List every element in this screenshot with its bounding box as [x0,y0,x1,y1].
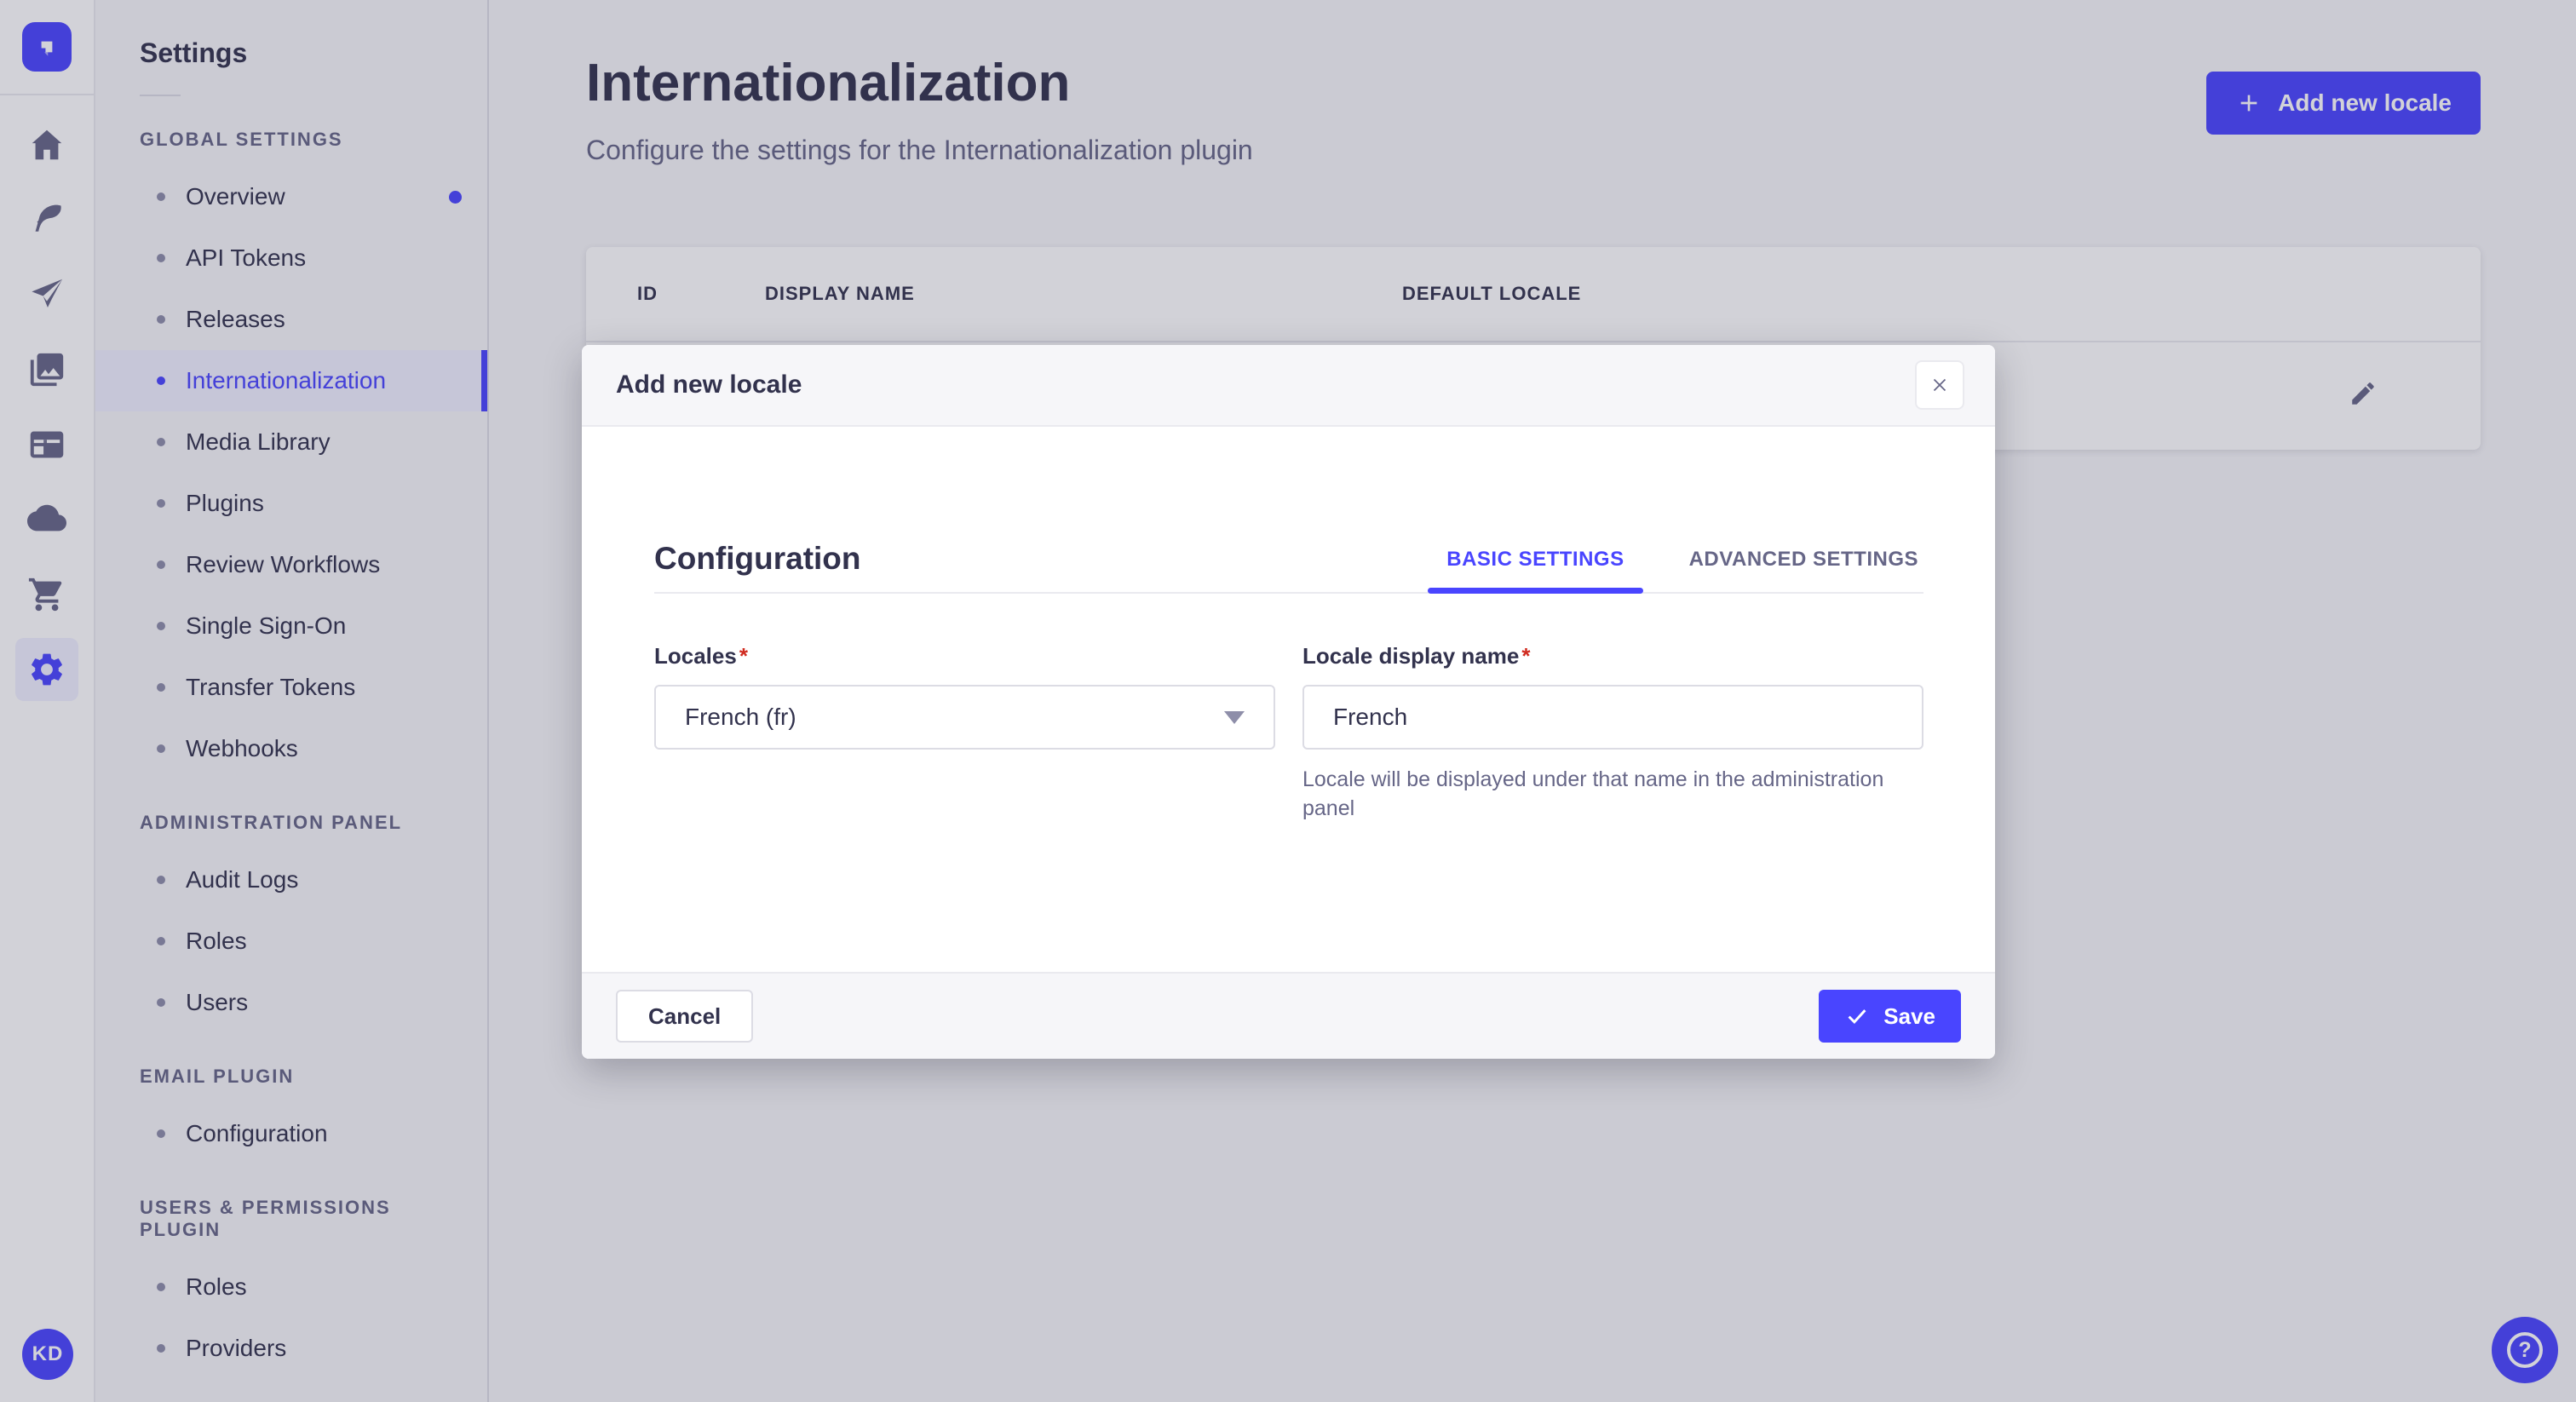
form-fields-row: Locales * French (fr) Locale display name… [654,594,1923,823]
modal-header: Add new locale [582,345,1995,427]
add-locale-modal: Add new locale Configuration BASIC SETTI… [582,345,1995,1059]
chevron-down-icon [1224,710,1245,724]
required-marker: * [1521,643,1531,669]
save-button-label: Save [1883,1003,1935,1029]
locales-select[interactable]: French (fr) [654,685,1275,750]
tab-basic-settings[interactable]: BASIC SETTINGS [1428,548,1643,594]
display-name-hint: Locale will be displayed under that name… [1302,767,1884,820]
save-button[interactable]: Save [1819,990,1961,1043]
display-name-label: Locale display name * [1302,643,1923,669]
required-marker: * [739,643,748,669]
display-name-field: Locale display name* Locale will be disp… [1302,643,1923,823]
close-icon [1933,378,1946,392]
configuration-header: Configuration BASIC SETTINGS ADVANCED SE… [654,427,1923,594]
settings-tabs: BASIC SETTINGS ADVANCED SETTINGS [1428,548,1923,594]
configuration-title: Configuration [654,541,861,576]
locales-label: Locales * [654,643,1275,669]
display-name-label-text: Locale display name [1302,643,1520,669]
close-button[interactable] [1915,360,1964,410]
locales-label-text: Locales [654,643,737,669]
locales-field: Locales * French (fr) [654,643,1275,823]
check-icon [1848,1009,1866,1025]
tab-advanced-settings[interactable]: ADVANCED SETTINGS [1684,548,1923,592]
modal-body: Configuration BASIC SETTINGS ADVANCED SE… [582,427,1995,972]
cancel-button[interactable]: Cancel [616,990,754,1043]
modal-footer: Cancel Save [582,972,1995,1059]
locales-select-value: French (fr) [685,704,796,730]
display-name-input[interactable] [1302,685,1923,750]
modal-title: Add new locale [616,371,802,399]
